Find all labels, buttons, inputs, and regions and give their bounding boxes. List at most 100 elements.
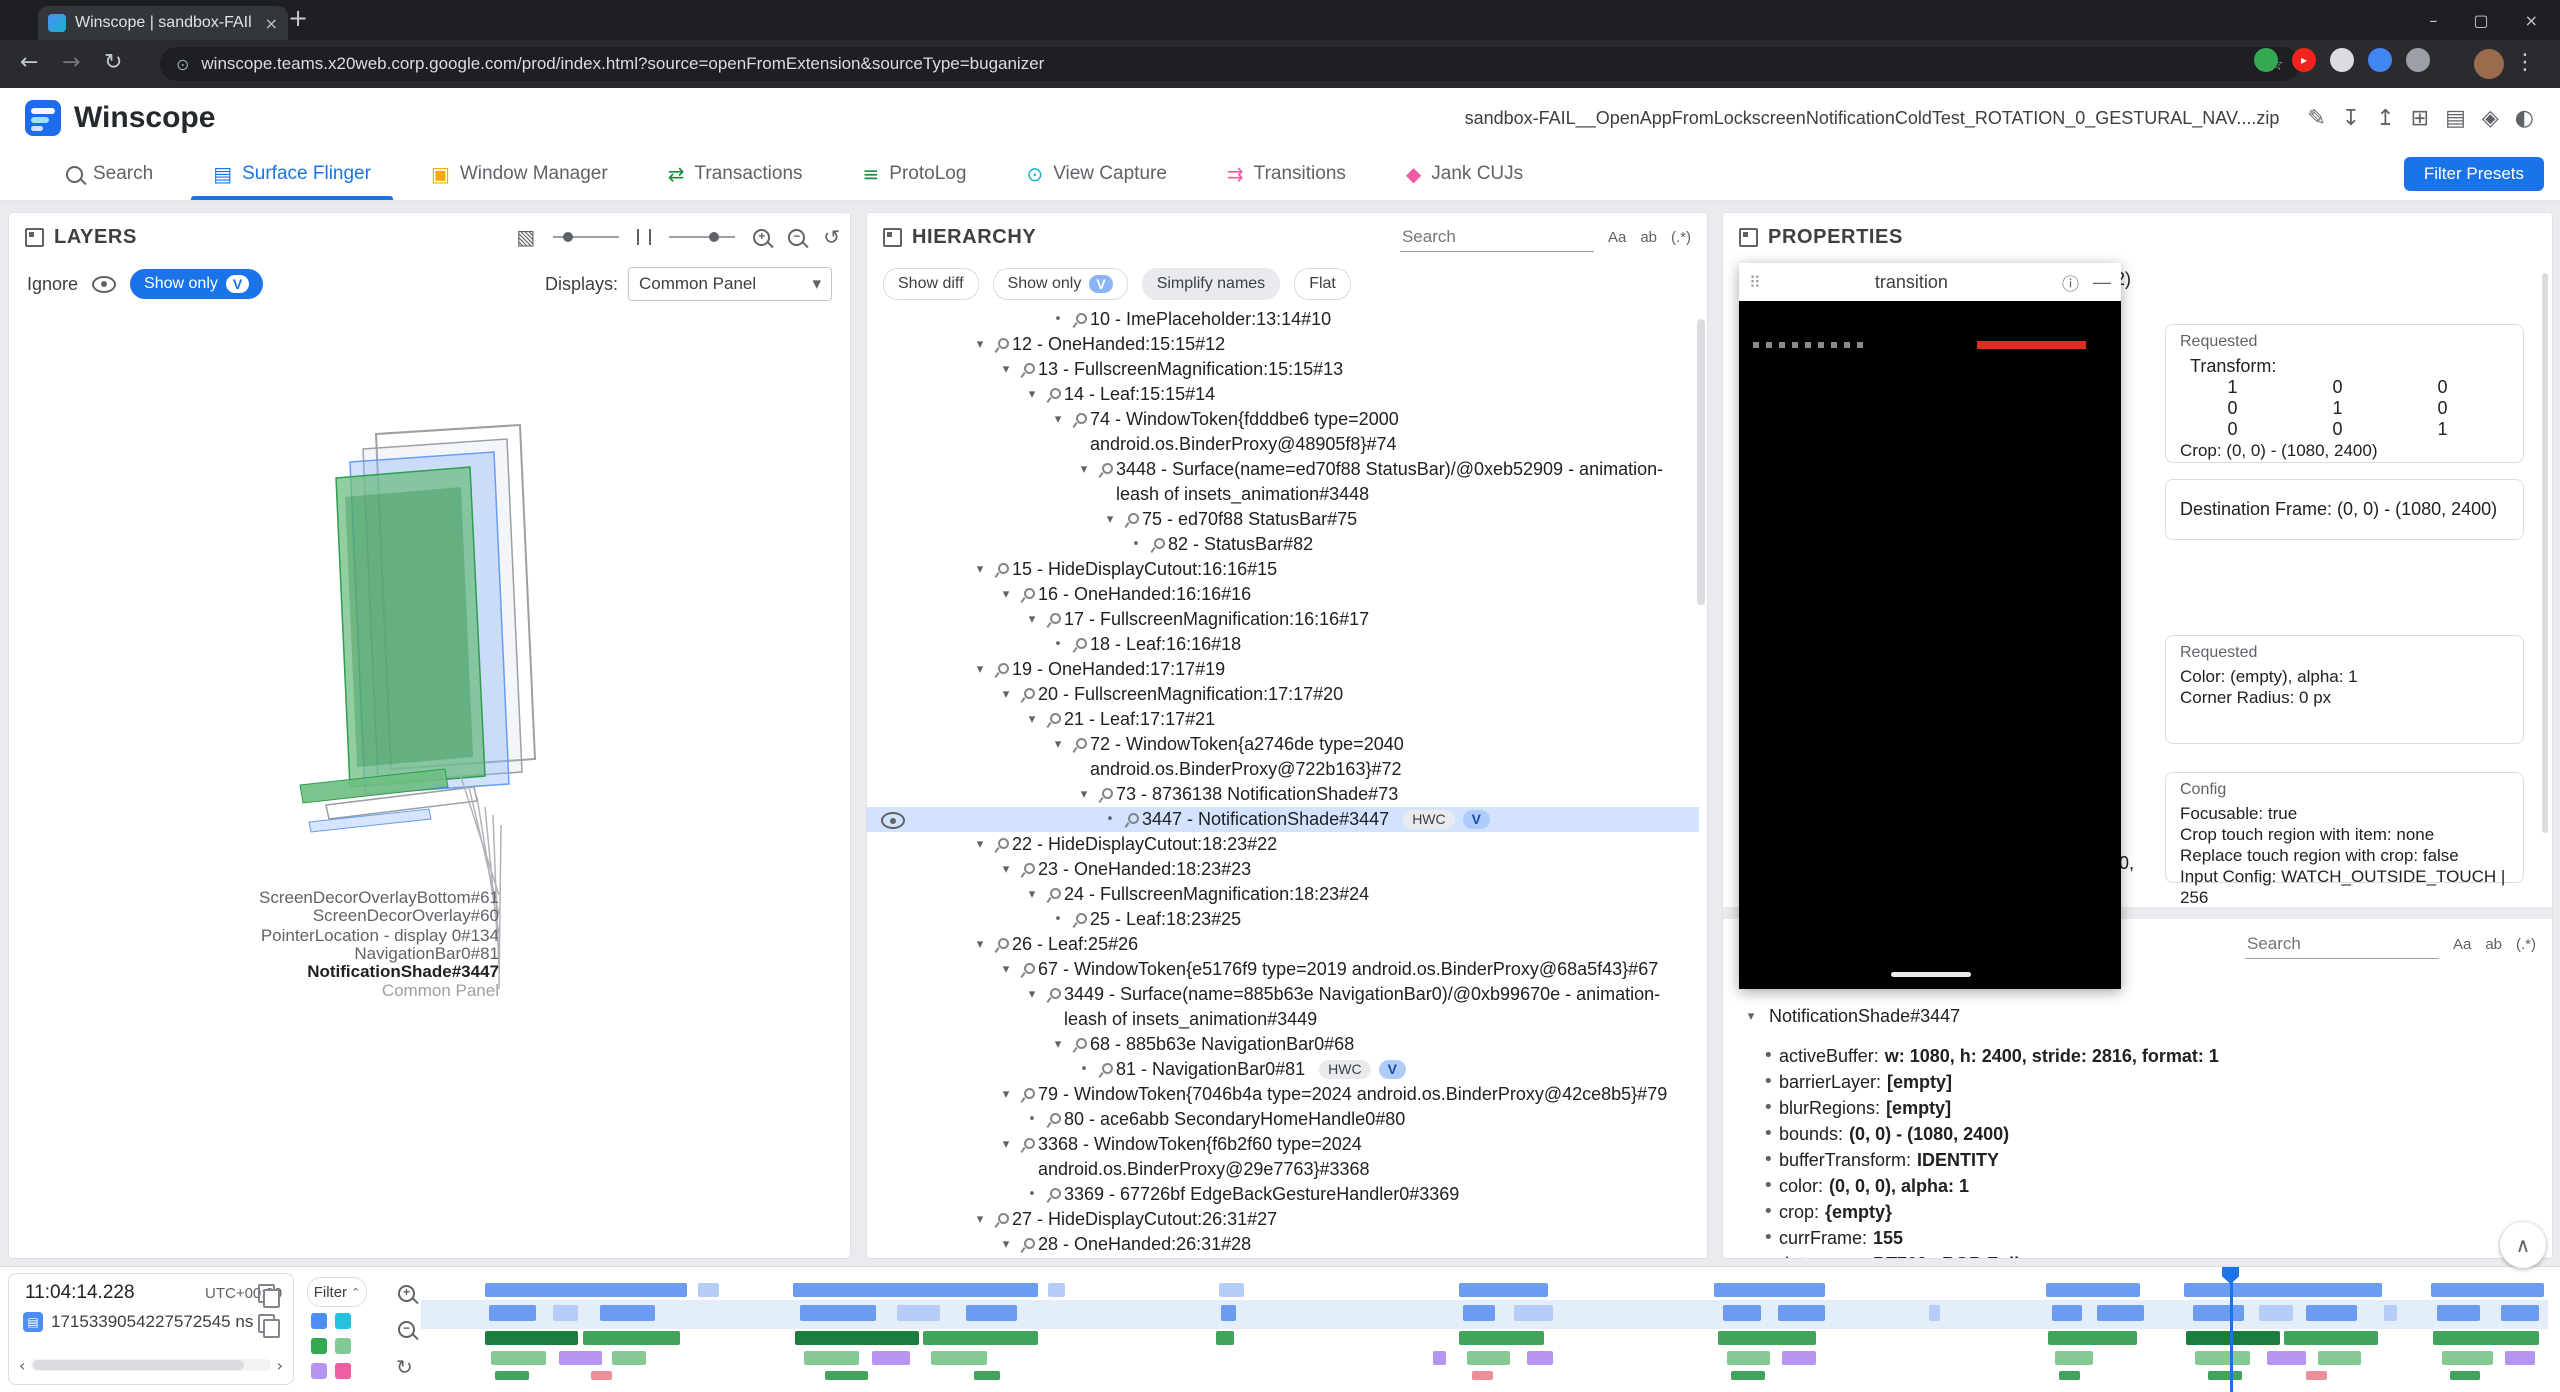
trace-segment[interactable]: [795, 1331, 918, 1345]
expand-chevron-icon[interactable]: ▾: [1020, 707, 1044, 732]
pin-icon[interactable]: [1070, 1032, 1090, 1057]
pin-icon[interactable]: [992, 332, 1012, 357]
hierarchy-row[interactable]: •82 - StatusBar#82: [867, 532, 1699, 557]
nav-tab-jank-cujs[interactable]: ◆Jank CUJs: [1376, 148, 1553, 200]
trace-segment[interactable]: [800, 1305, 877, 1321]
new-tab-button[interactable]: +: [288, 4, 308, 32]
extension-gray-icon[interactable]: [2330, 48, 2354, 72]
trace-segment[interactable]: [553, 1305, 579, 1321]
trace-segment[interactable]: [2442, 1351, 2493, 1365]
trace-segment[interactable]: [2046, 1283, 2140, 1297]
pin-icon[interactable]: [1148, 532, 1168, 557]
hierarchy-row[interactable]: ▾73 - 8736138 NotificationShade#73: [867, 782, 1699, 807]
layer-label[interactable]: PointerLocation - display 0#134: [261, 926, 499, 946]
hierarchy-row[interactable]: •18 - Leaf:16:16#18: [867, 632, 1699, 657]
property-row[interactable]: •barrierLayer: [empty]: [1739, 1069, 2542, 1095]
info-icon[interactable]: ⓘ: [2062, 270, 2079, 295]
trace-segment[interactable]: [485, 1283, 687, 1297]
timeline-row[interactable]: [421, 1283, 2548, 1297]
expand-chevron-icon[interactable]: ▾: [994, 682, 1018, 707]
nav-tab-transactions[interactable]: ⇄Transactions: [638, 148, 833, 200]
pin-icon[interactable]: [992, 557, 1012, 582]
hierarchy-row[interactable]: •3447 - NotificationShade#3447HWCV: [867, 807, 1699, 832]
window-maximize-button[interactable]: ▢: [2473, 11, 2488, 30]
timeline-reset-icon[interactable]: ↻: [396, 1355, 413, 1379]
expand-chevron-icon[interactable]: ▾: [1046, 407, 1070, 432]
expand-chevron-icon[interactable]: ▾: [1046, 1032, 1070, 1057]
window-close-button[interactable]: ×: [2525, 11, 2538, 30]
layers-3d-view[interactable]: ScreenDecorOverlayBottom#61ScreenDecorOv…: [9, 307, 850, 1258]
range-left-icon[interactable]: ‹: [19, 1356, 25, 1375]
pin-icon[interactable]: [1044, 882, 1064, 907]
pin-icon[interactable]: [1018, 857, 1038, 882]
hierarchy-row[interactable]: ▾28 - OneHanded:26:31#28: [867, 1232, 1699, 1257]
trace-segment[interactable]: [1782, 1351, 1816, 1365]
timeline-canvas[interactable]: [421, 1267, 2548, 1392]
trace-segment[interactable]: [2501, 1305, 2539, 1321]
pin-icon[interactable]: [1018, 1132, 1038, 1157]
trace-segment[interactable]: [2505, 1351, 2535, 1365]
property-row[interactable]: •bounds: (0, 0) - (1080, 2400): [1739, 1121, 2542, 1147]
timeline-filter-button[interactable]: Filter ⌃: [307, 1277, 367, 1307]
expand-chevron-icon[interactable]: ▾: [1046, 732, 1070, 757]
panel-expand-icon[interactable]: [1739, 228, 1758, 247]
expand-chevron-icon[interactable]: ▾: [1072, 782, 1096, 807]
layer-label[interactable]: ScreenDecorOverlay#60: [313, 906, 499, 926]
trace-segment[interactable]: [2193, 1305, 2244, 1321]
trace-segment[interactable]: [1723, 1305, 1761, 1321]
trace-segment[interactable]: [698, 1283, 719, 1297]
hierarchy-row[interactable]: •25 - Leaf:18:23#25: [867, 907, 1699, 932]
hierarchy-row[interactable]: •3369 - 67726bf EdgeBackGestureHandler0#…: [867, 1182, 1699, 1207]
timeline-row[interactable]: [421, 1331, 2548, 1345]
trace-segment[interactable]: [491, 1351, 546, 1365]
trace-segment[interactable]: [583, 1331, 681, 1345]
hierarchy-row[interactable]: ▾16 - OneHanded:16:16#16: [867, 582, 1699, 607]
drag-handle-icon[interactable]: ⠿: [1749, 273, 1761, 292]
property-row[interactable]: •blurRegions: [empty]: [1739, 1095, 2542, 1121]
transition-overlay-window[interactable]: ⠿ transition ⓘ —: [1739, 263, 2121, 989]
trace-segment[interactable]: [1731, 1371, 1765, 1380]
hierarchy-row[interactable]: ▾72 - WindowToken{a2746de type=2040 andr…: [867, 732, 1699, 782]
pin-icon[interactable]: [1070, 907, 1090, 932]
ignore-eye-icon[interactable]: [92, 276, 116, 293]
hierarchy-row[interactable]: ▾12 - OneHanded:15:15#12: [867, 332, 1699, 357]
zoom-out-icon[interactable]: −: [788, 229, 805, 246]
docs-icon[interactable]: ▤: [2437, 106, 2474, 131]
expand-chevron-icon[interactable]: ▾: [1739, 1009, 1763, 1024]
expand-chevron-icon[interactable]: ▾: [968, 1207, 992, 1232]
trace-segment[interactable]: [2052, 1305, 2082, 1321]
hierarchy-row[interactable]: ▾67 - WindowToken{e5176f9 type=2019 andr…: [867, 957, 1699, 982]
hierarchy-row[interactable]: ▾26 - Leaf:25#26: [867, 932, 1699, 957]
layer-label[interactable]: NavigationBar0#81: [354, 944, 499, 964]
reset-view-icon[interactable]: ↺: [823, 225, 840, 249]
theme-toggle-icon[interactable]: ◐: [2507, 106, 2542, 131]
trace-segment[interactable]: [804, 1351, 859, 1365]
property-row[interactable]: •dataspace: BT709 sRGB Full range: [1739, 1251, 2542, 1258]
expand-chevron-icon[interactable]: ▾: [994, 357, 1018, 382]
properties-search-input[interactable]: [2245, 930, 2439, 959]
trace-segment[interactable]: [897, 1305, 940, 1321]
pin-icon[interactable]: [1018, 582, 1038, 607]
pin-icon[interactable]: [1044, 1257, 1064, 1258]
nav-tab-view-capture[interactable]: ⊙View Capture: [996, 148, 1196, 200]
hierarchy-row[interactable]: ▾27 - HideDisplayCutout:26:31#27: [867, 1207, 1699, 1232]
hierarchy-row[interactable]: ▾13 - FullscreenMagnification:15:15#13: [867, 357, 1699, 382]
trace-segment[interactable]: [2437, 1305, 2480, 1321]
timeline-cursor-handle[interactable]: [2222, 1267, 2239, 1284]
3d-view-icon[interactable]: ▧: [516, 225, 535, 249]
trace-segment[interactable]: [872, 1351, 910, 1365]
pin-icon[interactable]: [1070, 307, 1090, 332]
bug-report-icon[interactable]: ◈: [2474, 106, 2507, 131]
spacing-slider[interactable]: [669, 236, 735, 238]
trace-type-chip[interactable]: [335, 1363, 351, 1379]
regex-icon[interactable]: (.*): [1671, 229, 1691, 246]
hierarchy-row[interactable]: ▾3448 - Surface(name=ed70f88 StatusBar)/…: [867, 457, 1699, 507]
hierarchy-row[interactable]: ▾15 - HideDisplayCutout:16:16#15: [867, 557, 1699, 582]
trace-type-chip[interactable]: [311, 1338, 327, 1354]
hierarchy-row[interactable]: ▾74 - WindowToken{fdddbe6 type=2000 andr…: [867, 407, 1699, 457]
trace-segment[interactable]: [2195, 1351, 2250, 1365]
trace-segment[interactable]: [923, 1331, 1038, 1345]
hierarchy-row[interactable]: ▾29 - FullscreenMagnification:26:27#29: [867, 1257, 1699, 1258]
trace-type-chip[interactable]: [311, 1363, 327, 1379]
hierarchy-row[interactable]: ▾22 - HideDisplayCutout:18:23#22: [867, 832, 1699, 857]
